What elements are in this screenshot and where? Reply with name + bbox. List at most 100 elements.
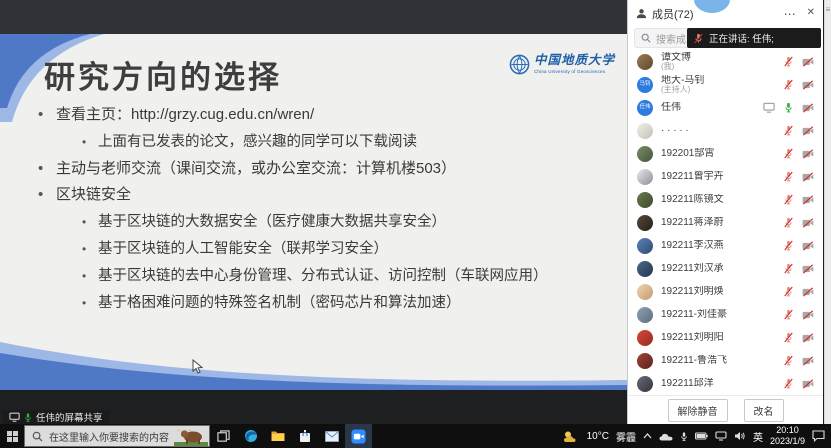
member-status-icons — [784, 148, 814, 159]
members-panel: 成员(72) ⋯ ✕ 搜索成员 正在讲话: 任伟; 谭文博 (我) 马钊 地大-… — [627, 0, 823, 424]
battery-icon[interactable] — [695, 432, 708, 440]
desktop-screen: 研究方向的选择 中国地质大学 China University of Geosc… — [0, 0, 831, 448]
camera-off-icon — [802, 172, 814, 182]
windows-start-icon[interactable] — [0, 424, 24, 448]
camera-off-icon — [802, 356, 814, 366]
member-row[interactable]: 192201郜霄 — [628, 142, 823, 165]
member-name: 地大-马钊 — [661, 75, 704, 86]
bullet-dot: • — [82, 209, 98, 236]
muted-mic-icon — [784, 378, 793, 389]
member-name: 192211曾宇卉 — [661, 171, 724, 182]
member-row[interactable]: 谭文博 (我) — [628, 50, 823, 73]
network-icon[interactable] — [715, 431, 727, 441]
avatar: 任伟 — [637, 100, 653, 116]
weather-condition[interactable]: 雾霾 — [616, 429, 636, 444]
docked-panel-edge[interactable]: ≡ — [824, 0, 831, 424]
slide-bullet: • 查看主页：http://grzy.cug.edu.cn/wren/ — [38, 102, 613, 129]
slide-bullet: • 基于区块链的大数据安全（医疗健康大数据共享安全） — [38, 209, 613, 236]
weather-icon[interactable] — [563, 430, 580, 443]
member-role: (我) — [661, 63, 784, 72]
university-logo: 中国地质大学 China University of Geosciences — [509, 54, 615, 75]
tray-mic-icon[interactable] — [680, 431, 688, 442]
muted-mic-icon — [784, 263, 793, 274]
store-icon[interactable] — [291, 424, 318, 448]
member-row[interactable]: 192211-鲁浩飞 — [628, 349, 823, 372]
muted-mic-icon — [694, 33, 703, 44]
muted-mic-icon — [784, 56, 793, 67]
close-icon[interactable]: ✕ — [807, 7, 815, 21]
meeting-app-icon[interactable] — [345, 424, 372, 448]
member-status-icons — [784, 355, 814, 366]
member-row[interactable]: 192211蒋泽蔚 — [628, 211, 823, 234]
edge-icon[interactable] — [237, 424, 264, 448]
bullet-text: 主动与老师交流（课间交流，或办公室交流：计算机楼503） — [56, 156, 456, 183]
member-name: 192211-鲁浩飞 — [661, 355, 727, 366]
member-row[interactable]: 任伟 任伟 — [628, 96, 823, 119]
active-mic-icon — [784, 102, 793, 113]
bullet-dot: • — [82, 263, 98, 290]
member-name: 192211李汉燕 — [661, 240, 724, 251]
task-view-icon[interactable] — [210, 424, 237, 448]
member-row[interactable]: 192211-刘佳豪 — [628, 303, 823, 326]
clock-time: 20:10 — [770, 425, 805, 436]
tray-expand-icon[interactable] — [643, 433, 652, 439]
member-row[interactable]: · · · · · — [628, 119, 823, 142]
bullet-dot: • — [38, 182, 56, 209]
camera-off-icon — [802, 241, 814, 251]
unmute-button[interactable]: 解除静音 — [668, 399, 728, 422]
more-options-icon[interactable]: ⋯ — [784, 7, 797, 21]
bullet-dot: • — [82, 129, 98, 156]
speaking-toast-text: 正在讲话: 任伟; — [709, 31, 774, 45]
input-language[interactable]: 英 — [753, 429, 763, 444]
slide-bullet: • 上面有已发表的论文，感兴趣的同学可以下载阅读 — [38, 129, 613, 156]
bullet-text: 基于区块链的去中心身份管理、分布式认证、访问控制（车联网应用） — [98, 263, 548, 290]
camera-off-icon — [802, 287, 814, 297]
live-mic-icon — [24, 412, 32, 423]
member-row[interactable]: 192211邱洋 — [628, 372, 823, 395]
member-name: 192211陈镜文 — [661, 194, 724, 205]
mail-icon[interactable] — [318, 424, 345, 448]
muted-mic-icon — [784, 332, 793, 343]
panel-title: 成员(72) — [652, 6, 694, 22]
member-row[interactable]: 192211陈镜文 — [628, 188, 823, 211]
avatar — [637, 307, 653, 323]
share-banner-label: 任伟的屏幕共享 — [36, 410, 103, 424]
slide-bottom-wave — [0, 332, 627, 390]
panel-handle-icon[interactable]: ≡ — [825, 5, 831, 14]
bullet-text: 基于格困难问题的特殊签名机制（密码芯片和算法加速） — [98, 290, 461, 317]
onedrive-icon[interactable] — [659, 432, 673, 441]
member-name: 192211邱洋 — [661, 378, 714, 389]
member-row[interactable]: 192211刘明焕 — [628, 280, 823, 303]
member-status-icons — [784, 263, 814, 274]
taskbar-search-input[interactable]: 在这里输入你要搜索的内容 — [24, 425, 210, 447]
muted-mic-icon — [784, 286, 793, 297]
member-row[interactable]: 192211曾宇卉 — [628, 165, 823, 188]
avatar: 马钊 — [637, 77, 653, 93]
taskbar: 在这里输入你要搜索的内容 — [0, 424, 831, 448]
member-row[interactable]: 192211刘明阳 — [628, 326, 823, 349]
slide-bullet: • 基于区块链的人工智能安全（联邦学习安全） — [38, 236, 613, 263]
shared-screen-top-strip — [0, 0, 627, 34]
bullet-text: 查看主页：http://grzy.cug.edu.cn/wren/ — [56, 102, 314, 129]
file-explorer-icon[interactable] — [264, 424, 291, 448]
bullet-dot: • — [82, 236, 98, 263]
muted-mic-icon — [784, 125, 793, 136]
member-name: 192201郜霄 — [661, 148, 714, 159]
notification-icon[interactable] — [812, 430, 825, 442]
clock[interactable]: 20:10 2023/1/9 — [770, 425, 805, 448]
member-status-icons — [784, 286, 814, 297]
camera-off-icon — [802, 264, 814, 274]
member-row[interactable]: 马钊 地大-马钊 (主持人) — [628, 73, 823, 96]
search-icon — [641, 33, 651, 43]
bullet-text: 区块链安全 — [56, 182, 131, 209]
member-row[interactable]: 192211李汉燕 — [628, 234, 823, 257]
member-row[interactable]: 192211刘汉承 — [628, 257, 823, 280]
member-list: 谭文博 (我) 马钊 地大-马钊 (主持人) 任伟 任伟 · · · · · 1… — [628, 50, 823, 395]
weather-temp[interactable]: 10°C — [587, 431, 609, 442]
volume-icon[interactable] — [734, 431, 746, 441]
camera-off-icon — [802, 218, 814, 228]
shared-slide: 研究方向的选择 中国地质大学 China University of Geosc… — [0, 34, 627, 390]
avatar — [637, 54, 653, 70]
rename-button[interactable]: 改名 — [744, 399, 784, 422]
camera-off-icon — [802, 310, 814, 320]
